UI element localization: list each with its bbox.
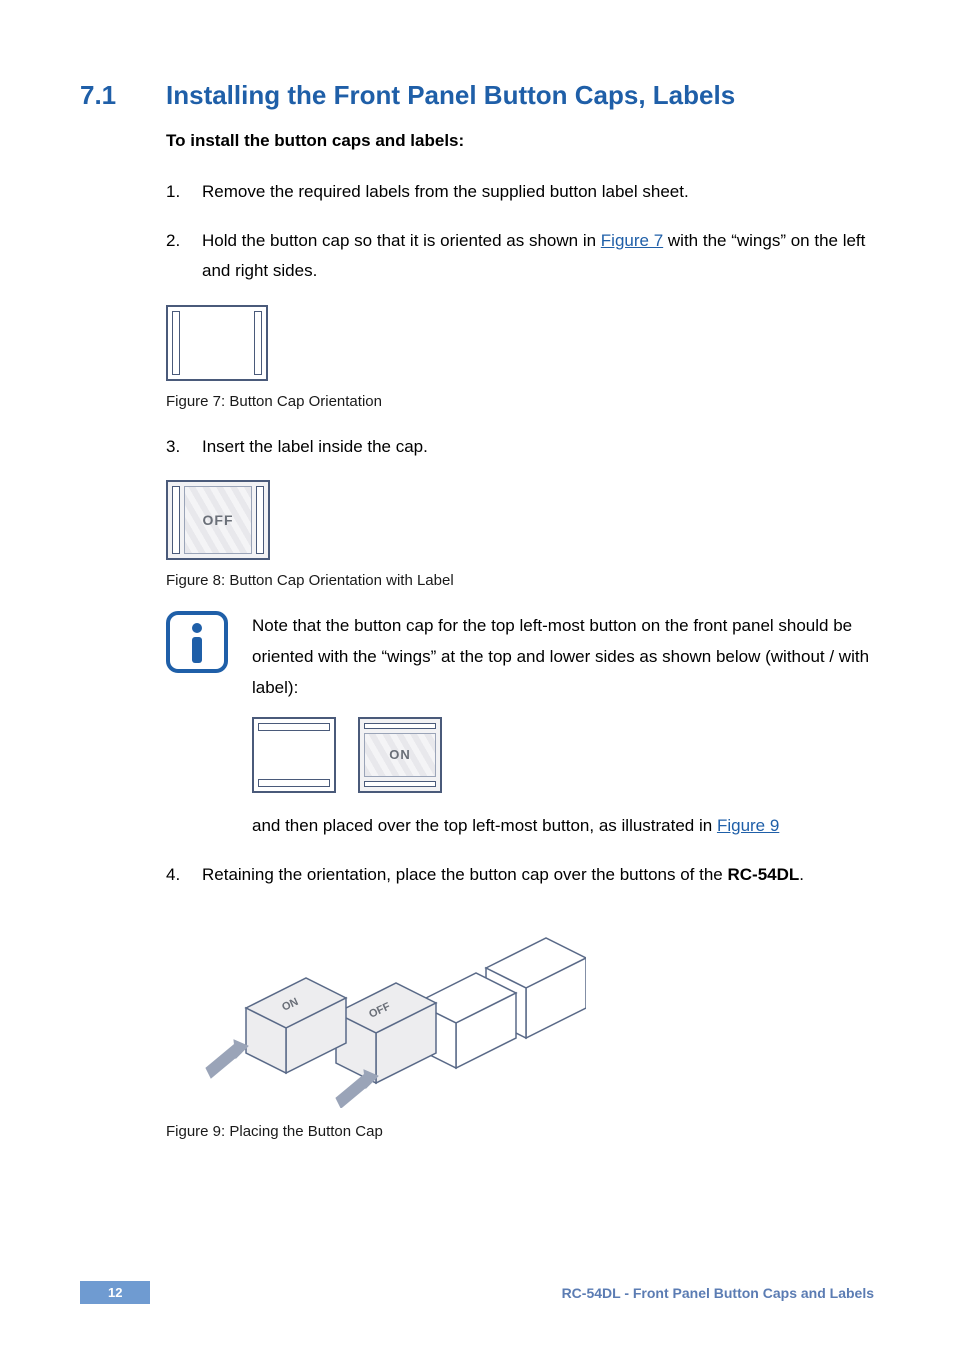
figure-link[interactable]: Figure 9 [717, 816, 779, 835]
ordered-list-continued: 4. Retaining the orientation, place the … [166, 860, 874, 891]
button-cap-horizontal-empty [252, 717, 336, 793]
info-icon [166, 611, 228, 673]
note-paragraph: and then placed over the top left-most b… [252, 811, 874, 842]
button-cap-horizontal-on: ON [358, 717, 442, 793]
list-item: 2. Hold the button cap so that it is ori… [166, 226, 874, 287]
ordered-list-continued: 3. Insert the label inside the cap. [166, 432, 874, 463]
product-name: RC-54DL [727, 865, 799, 884]
text-part: and then placed over the top left-most b… [252, 816, 717, 835]
text-part: Hold the button cap so that it is orient… [202, 231, 601, 250]
figure-8-caption: Figure 8: Button Cap Orientation with La… [166, 572, 874, 589]
section-number: 7.1 [80, 80, 138, 111]
list-text: Retaining the orientation, place the but… [202, 860, 874, 891]
footer-title: RC-54DL - Front Panel Button Caps and La… [562, 1285, 874, 1301]
list-item: 1. Remove the required labels from the s… [166, 177, 874, 208]
label-on: ON [389, 743, 411, 766]
section-title: Installing the Front Panel Button Caps, … [166, 80, 735, 111]
intro-suffix: : [459, 131, 465, 150]
list-number: 4. [166, 860, 188, 891]
info-note: Note that the button cap for the top lef… [166, 611, 874, 841]
list-item: 4. Retaining the orientation, place the … [166, 860, 874, 891]
figure-7-caption: Figure 7: Button Cap Orientation [166, 393, 874, 410]
intro-line: To install the button caps and labels: [166, 131, 874, 151]
list-item: 3. Insert the label inside the cap. [166, 432, 874, 463]
figure-8-button-cap-off: OFF [166, 480, 270, 560]
text-part: . [799, 865, 804, 884]
note-body: Note that the button cap for the top lef… [252, 611, 874, 841]
figure-9-caption: Figure 9: Placing the Button Cap [166, 1123, 874, 1140]
note-figure-row: ON [252, 717, 874, 793]
section-header: 7.1 Installing the Front Panel Button Ca… [80, 80, 874, 111]
list-number: 2. [166, 226, 188, 287]
figure-link[interactable]: Figure 7 [601, 231, 663, 250]
list-number: 3. [166, 432, 188, 463]
list-text: Insert the label inside the cap. [202, 432, 874, 463]
figure-7-button-cap [166, 305, 268, 381]
figure-9-illustration: OFF ON [166, 908, 874, 1113]
page-number: 12 [80, 1281, 150, 1304]
note-paragraph: Note that the button cap for the top lef… [252, 611, 874, 703]
intro-bold: To install the button caps and labels [166, 131, 459, 150]
content-block: To install the button caps and labels: 1… [166, 131, 874, 1140]
list-number: 1. [166, 177, 188, 208]
list-text: Hold the button cap so that it is orient… [202, 226, 874, 287]
ordered-list: 1. Remove the required labels from the s… [166, 177, 874, 287]
text-part: Retaining the orientation, place the but… [202, 865, 727, 884]
list-text: Remove the required labels from the supp… [202, 177, 874, 208]
label-off: OFF [203, 512, 234, 528]
page-footer: 12 RC-54DL - Front Panel Button Caps and… [0, 1281, 954, 1304]
page: 7.1 Installing the Front Panel Button Ca… [0, 0, 954, 1354]
